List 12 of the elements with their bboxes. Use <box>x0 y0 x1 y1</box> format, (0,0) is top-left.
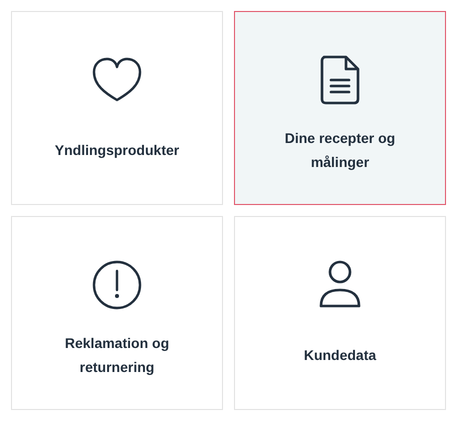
menu-tile[interactable]: Yndlingsprodukter <box>11 11 223 205</box>
tile-label: Kundedata <box>304 346 376 365</box>
tile-label: Dine recepter og målinger <box>284 129 396 172</box>
menu-tile[interactable]: Reklamation og returnering <box>11 216 223 410</box>
menu-tile[interactable]: Kundedata <box>234 216 446 410</box>
document-icon <box>320 55 360 105</box>
heart-icon <box>91 57 143 103</box>
alert-icon <box>92 260 142 310</box>
menu-tile[interactable]: Dine recepter og målinger <box>234 11 446 205</box>
person-icon <box>318 260 362 310</box>
tile-label: Yndlingsprodukter <box>54 141 180 160</box>
tile-label: Reklamation og returnering <box>64 334 170 377</box>
